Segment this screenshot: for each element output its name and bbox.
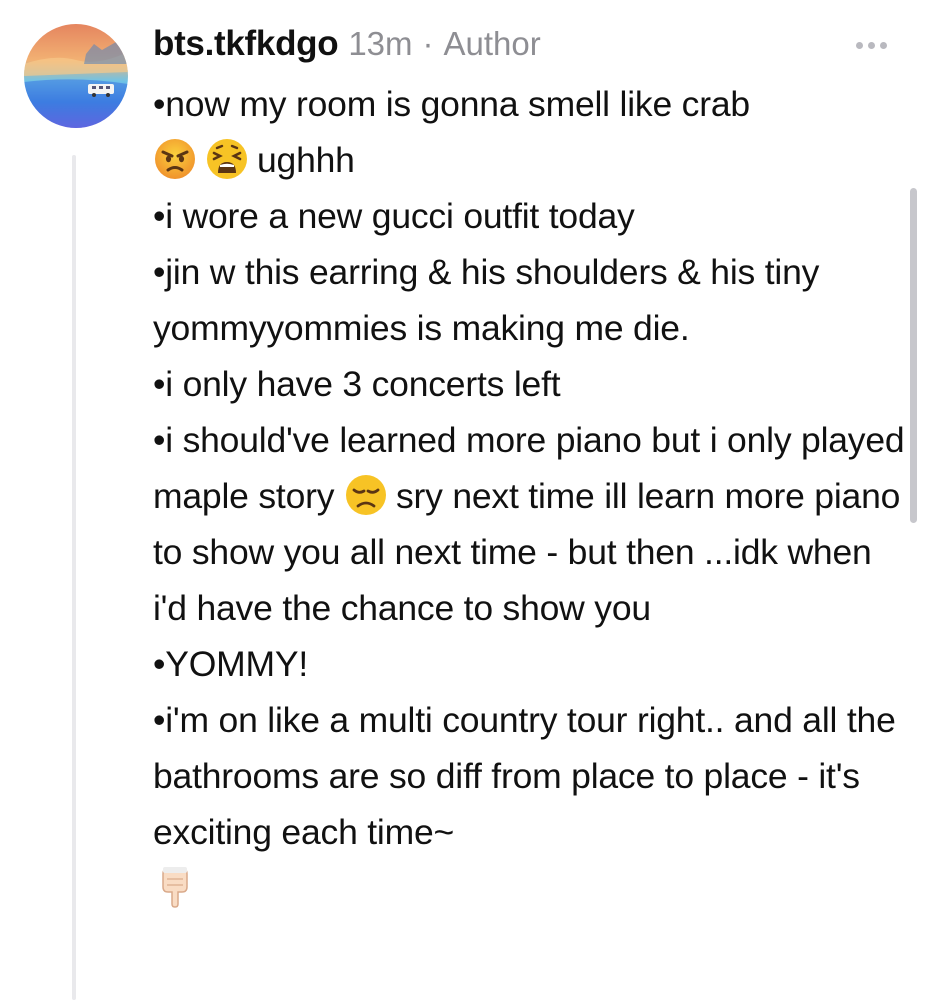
paragraph-text: •now my room is gonna smell like crab: [153, 84, 750, 124]
paragraph-concerts: •i only have 3 concerts left: [153, 356, 905, 412]
author-badge: Author: [443, 25, 541, 62]
post-header: bts.tkfkdgo 13m · Author: [153, 24, 541, 68]
paragraph-yommy: •YOMMY!: [153, 636, 905, 692]
weary-face-emoji-icon: [205, 137, 249, 181]
paragraph-text: •i wore a new gucci outfit today: [153, 196, 635, 236]
paragraph-text: •YOMMY!: [153, 644, 309, 684]
paragraph-text: ughhh: [257, 140, 355, 180]
disappointed-face-emoji-icon: [344, 473, 388, 517]
paragraph-crab: •now my room is gonna smell like crab ug…: [153, 76, 905, 188]
post-body: •now my room is gonna smell like crab ug…: [153, 76, 905, 916]
more-options-icon[interactable]: [846, 28, 896, 62]
paragraph-text: •i only have 3 concerts left: [153, 364, 561, 404]
paragraph-text: •i'm on like a multi country tour right.…: [153, 700, 896, 852]
more-dot: [855, 41, 863, 49]
paragraph-jin: •jin w this earring & his shoulders & hi…: [153, 244, 905, 356]
angry-face-emoji-icon: [153, 137, 197, 181]
avatar[interactable]: [24, 24, 128, 128]
paragraph-piano: •i should've learned more piano but i on…: [153, 412, 905, 636]
thread-line: [72, 155, 76, 1000]
paragraph-text: •jin w this earring & his shoulders & hi…: [153, 252, 820, 348]
scrollbar[interactable]: [910, 188, 917, 523]
avatar-image: [24, 24, 128, 128]
timestamp: 13m: [348, 25, 413, 62]
more-dot: [879, 41, 887, 49]
paragraph-tour: •i'm on like a multi country tour right.…: [153, 692, 905, 916]
more-dot: [867, 41, 875, 49]
paragraph-gucci: •i wore a new gucci outfit today: [153, 188, 905, 244]
username[interactable]: bts.tkfkdgo: [153, 24, 339, 64]
backhand-index-pointing-down-emoji-icon: [153, 865, 197, 909]
meta-separator: ·: [422, 25, 434, 62]
